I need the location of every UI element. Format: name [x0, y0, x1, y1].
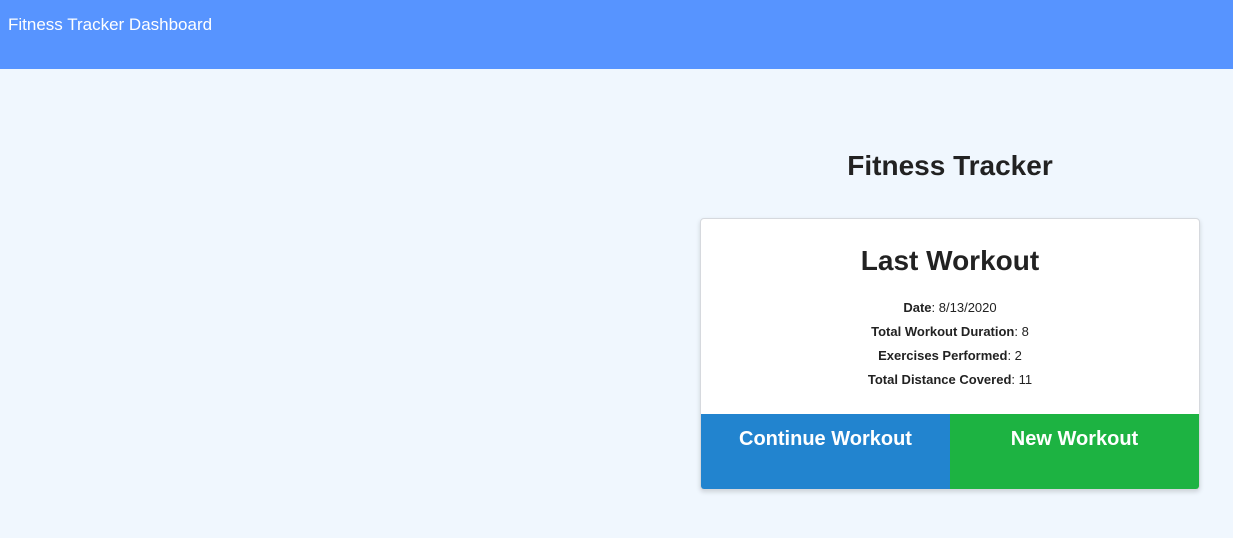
stat-label: Date	[903, 300, 932, 315]
stat-label: Total Workout Duration	[871, 324, 1015, 339]
stat-value: 8/13/2020	[938, 300, 997, 315]
stat-value: 11	[1018, 372, 1033, 387]
stat-value: 8	[1021, 324, 1029, 339]
page-title: Fitness Tracker	[847, 150, 1053, 181]
last-workout-card: Last Workout Date: 8/13/2020 Total Worko…	[700, 218, 1200, 490]
stat-label: Total Distance Covered	[867, 372, 1012, 387]
new-workout-button[interactable]: New Workout	[950, 414, 1199, 489]
stat-value: 2	[1014, 348, 1022, 363]
stat-exercises-performed: Exercises Performed: 2	[878, 348, 1022, 363]
workout-stats: Date: 8/13/2020 Total Workout Duration: …	[701, 296, 1199, 392]
card-actions: Continue Workout New Workout	[701, 414, 1199, 489]
stat-total-duration: Total Workout Duration: 8	[871, 324, 1029, 339]
continue-workout-button[interactable]: Continue Workout	[701, 414, 950, 489]
top-navbar: Fitness Tracker Dashboard	[0, 0, 1233, 69]
stat-date: Date: 8/13/2020	[903, 300, 997, 315]
stat-distance-covered: Total Distance Covered: 11	[867, 372, 1033, 387]
stat-label: Exercises Performed	[878, 348, 1008, 363]
card-title: Last Workout	[860, 245, 1040, 276]
navbar-brand[interactable]: Fitness Tracker Dashboard	[8, 15, 212, 35]
